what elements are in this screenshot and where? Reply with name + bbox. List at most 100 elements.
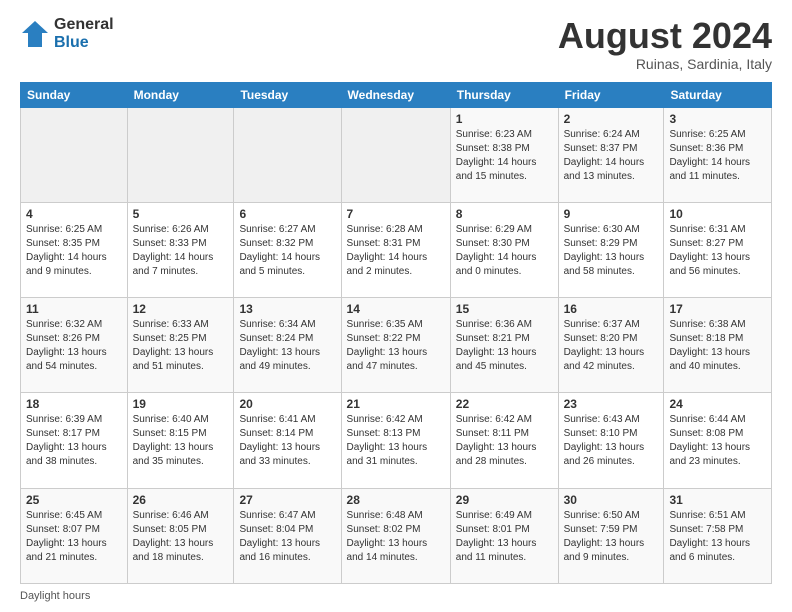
day-info: Sunrise: 6:25 AMSunset: 8:35 PMDaylight:… [26,223,122,279]
calendar-cell-w2-d6: 17 Sunrise: 6:38 AMSunset: 8:18 PMDayligh… [664,298,772,393]
day-info: Sunrise: 6:34 AMSunset: 8:24 PMDaylight:… [239,318,335,374]
calendar-cell-w0-d0 [21,107,128,202]
day-number: 11 [26,302,122,316]
calendar-cell-w1-d1: 5 Sunrise: 6:26 AMSunset: 8:33 PMDaylight… [127,202,234,297]
day-info: Sunrise: 6:51 AMSunset: 7:58 PMDaylight:… [669,509,766,565]
day-info: Sunrise: 6:48 AMSunset: 8:02 PMDaylight:… [347,509,445,565]
day-number: 2 [564,112,659,126]
calendar-cell-w1-d0: 4 Sunrise: 6:25 AMSunset: 8:35 PMDaylight… [21,202,128,297]
calendar-cell-w1-d5: 9 Sunrise: 6:30 AMSunset: 8:29 PMDaylight… [558,202,664,297]
day-info: Sunrise: 6:46 AMSunset: 8:05 PMDaylight:… [133,509,229,565]
day-number: 6 [239,207,335,221]
day-number: 25 [26,493,122,507]
logo: General Blue [20,16,114,51]
calendar-cell-w4-d3: 28 Sunrise: 6:48 AMSunset: 8:02 PMDayligh… [341,488,450,583]
day-info: Sunrise: 6:28 AMSunset: 8:31 PMDaylight:… [347,223,445,279]
calendar-cell-w3-d2: 20 Sunrise: 6:41 AMSunset: 8:14 PMDayligh… [234,393,341,488]
logo-icon [20,19,50,49]
day-number: 14 [347,302,445,316]
day-number: 27 [239,493,335,507]
day-info: Sunrise: 6:49 AMSunset: 8:01 PMDaylight:… [456,509,553,565]
day-number: 28 [347,493,445,507]
col-monday: Monday [127,82,234,107]
day-info: Sunrise: 6:41 AMSunset: 8:14 PMDaylight:… [239,413,335,469]
day-info: Sunrise: 6:31 AMSunset: 8:27 PMDaylight:… [669,223,766,279]
location: Ruinas, Sardinia, Italy [558,56,772,72]
day-info: Sunrise: 6:26 AMSunset: 8:33 PMDaylight:… [133,223,229,279]
day-number: 12 [133,302,229,316]
day-info: Sunrise: 6:42 AMSunset: 8:11 PMDaylight:… [456,413,553,469]
calendar-cell-w3-d1: 19Sunrise: 6:40 AMSunset: 8:15 PMDayligh… [127,393,234,488]
day-info: Sunrise: 6:25 AMSunset: 8:36 PMDaylight:… [669,128,766,184]
col-friday: Friday [558,82,664,107]
day-number: 9 [564,207,659,221]
day-number: 30 [564,493,659,507]
calendar-cell-w1-d6: 10 Sunrise: 6:31 AMSunset: 8:27 PMDayligh… [664,202,772,297]
day-number: 3 [669,112,766,126]
calendar-row-0: 1Sunrise: 6:23 AMSunset: 8:38 PMDaylight… [21,107,772,202]
day-number: 24 [669,397,766,411]
day-number: 20 [239,397,335,411]
day-info: Sunrise: 6:50 AMSunset: 7:59 PMDaylight:… [564,509,659,565]
day-number: 18 [26,397,122,411]
calendar-cell-w3-d6: 24 Sunrise: 6:44 AMSunset: 8:08 PMDayligh… [664,393,772,488]
calendar-cell-w3-d3: 21 Sunrise: 6:42 AMSunset: 8:13 PMDayligh… [341,393,450,488]
day-number: 22 [456,397,553,411]
day-info: Sunrise: 6:47 AMSunset: 8:04 PMDaylight:… [239,509,335,565]
calendar-cell-w1-d2: 6 Sunrise: 6:27 AMSunset: 8:32 PMDaylight… [234,202,341,297]
logo-general-text: General [54,16,114,34]
calendar-cell-w0-d3 [341,107,450,202]
calendar-cell-w2-d5: 16Sunrise: 6:37 AMSunset: 8:20 PMDayligh… [558,298,664,393]
day-info: Sunrise: 6:35 AMSunset: 8:22 PMDaylight:… [347,318,445,374]
day-number: 7 [347,207,445,221]
day-number: 26 [133,493,229,507]
day-number: 29 [456,493,553,507]
page: General Blue August 2024 Ruinas, Sardini… [0,0,792,612]
logo-blue-text: Blue [54,34,114,52]
calendar-cell-w0-d2 [234,107,341,202]
day-number: 5 [133,207,229,221]
day-info: Sunrise: 6:30 AMSunset: 8:29 PMDaylight:… [564,223,659,279]
calendar-cell-w2-d4: 15 Sunrise: 6:36 AMSunset: 8:21 PMDayligh… [450,298,558,393]
day-info: Sunrise: 6:36 AMSunset: 8:21 PMDaylight:… [456,318,553,374]
day-info: Sunrise: 6:24 AMSunset: 8:37 PMDaylight:… [564,128,659,184]
calendar-cell-w3-d5: 23Sunrise: 6:43 AMSunset: 8:10 PMDayligh… [558,393,664,488]
col-thursday: Thursday [450,82,558,107]
day-number: 4 [26,207,122,221]
calendar-cell-w1-d4: 8Sunrise: 6:29 AMSunset: 8:30 PMDaylight… [450,202,558,297]
day-number: 10 [669,207,766,221]
day-number: 15 [456,302,553,316]
day-info: Sunrise: 6:43 AMSunset: 8:10 PMDaylight:… [564,413,659,469]
day-number: 1 [456,112,553,126]
logo-text: General Blue [54,16,114,51]
calendar-cell-w4-d6: 31 Sunrise: 6:51 AMSunset: 7:58 PMDayligh… [664,488,772,583]
calendar-cell-w2-d0: 11Sunrise: 6:32 AMSunset: 8:26 PMDayligh… [21,298,128,393]
day-number: 17 [669,302,766,316]
day-info: Sunrise: 6:33 AMSunset: 8:25 PMDaylight:… [133,318,229,374]
header: General Blue August 2024 Ruinas, Sardini… [20,16,772,72]
day-number: 21 [347,397,445,411]
day-number: 13 [239,302,335,316]
day-info: Sunrise: 6:38 AMSunset: 8:18 PMDaylight:… [669,318,766,374]
calendar-row-1: 4 Sunrise: 6:25 AMSunset: 8:35 PMDaylight… [21,202,772,297]
day-info: Sunrise: 6:27 AMSunset: 8:32 PMDaylight:… [239,223,335,279]
title-block: August 2024 Ruinas, Sardinia, Italy [558,16,772,72]
calendar-cell-w2-d3: 14 Sunrise: 6:35 AMSunset: 8:22 PMDayligh… [341,298,450,393]
calendar-cell-w0-d6: 3 Sunrise: 6:25 AMSunset: 8:36 PMDaylight… [664,107,772,202]
calendar-cell-w4-d1: 26 Sunrise: 6:46 AMSunset: 8:05 PMDayligh… [127,488,234,583]
day-info: Sunrise: 6:44 AMSunset: 8:08 PMDaylight:… [669,413,766,469]
calendar-cell-w4-d4: 29 Sunrise: 6:49 AMSunset: 8:01 PMDayligh… [450,488,558,583]
day-info: Sunrise: 6:39 AMSunset: 8:17 PMDaylight:… [26,413,122,469]
calendar-cell-w0-d5: 2 Sunrise: 6:24 AMSunset: 8:37 PMDaylight… [558,107,664,202]
day-info: Sunrise: 6:40 AMSunset: 8:15 PMDaylight:… [133,413,229,469]
day-info: Sunrise: 6:42 AMSunset: 8:13 PMDaylight:… [347,413,445,469]
calendar-cell-w4-d2: 27 Sunrise: 6:47 AMSunset: 8:04 PMDayligh… [234,488,341,583]
calendar-header-row: Sunday Monday Tuesday Wednesday Thursday… [21,82,772,107]
day-info: Sunrise: 6:45 AMSunset: 8:07 PMDaylight:… [26,509,122,565]
footer: Daylight hours [20,590,772,602]
day-number: 31 [669,493,766,507]
calendar-cell-w2-d2: 13 Sunrise: 6:34 AMSunset: 8:24 PMDayligh… [234,298,341,393]
calendar-cell-w3-d0: 18 Sunrise: 6:39 AMSunset: 8:17 PMDayligh… [21,393,128,488]
calendar-cell-w4-d0: 25 Sunrise: 6:45 AMSunset: 8:07 PMDayligh… [21,488,128,583]
day-info: Sunrise: 6:37 AMSunset: 8:20 PMDaylight:… [564,318,659,374]
